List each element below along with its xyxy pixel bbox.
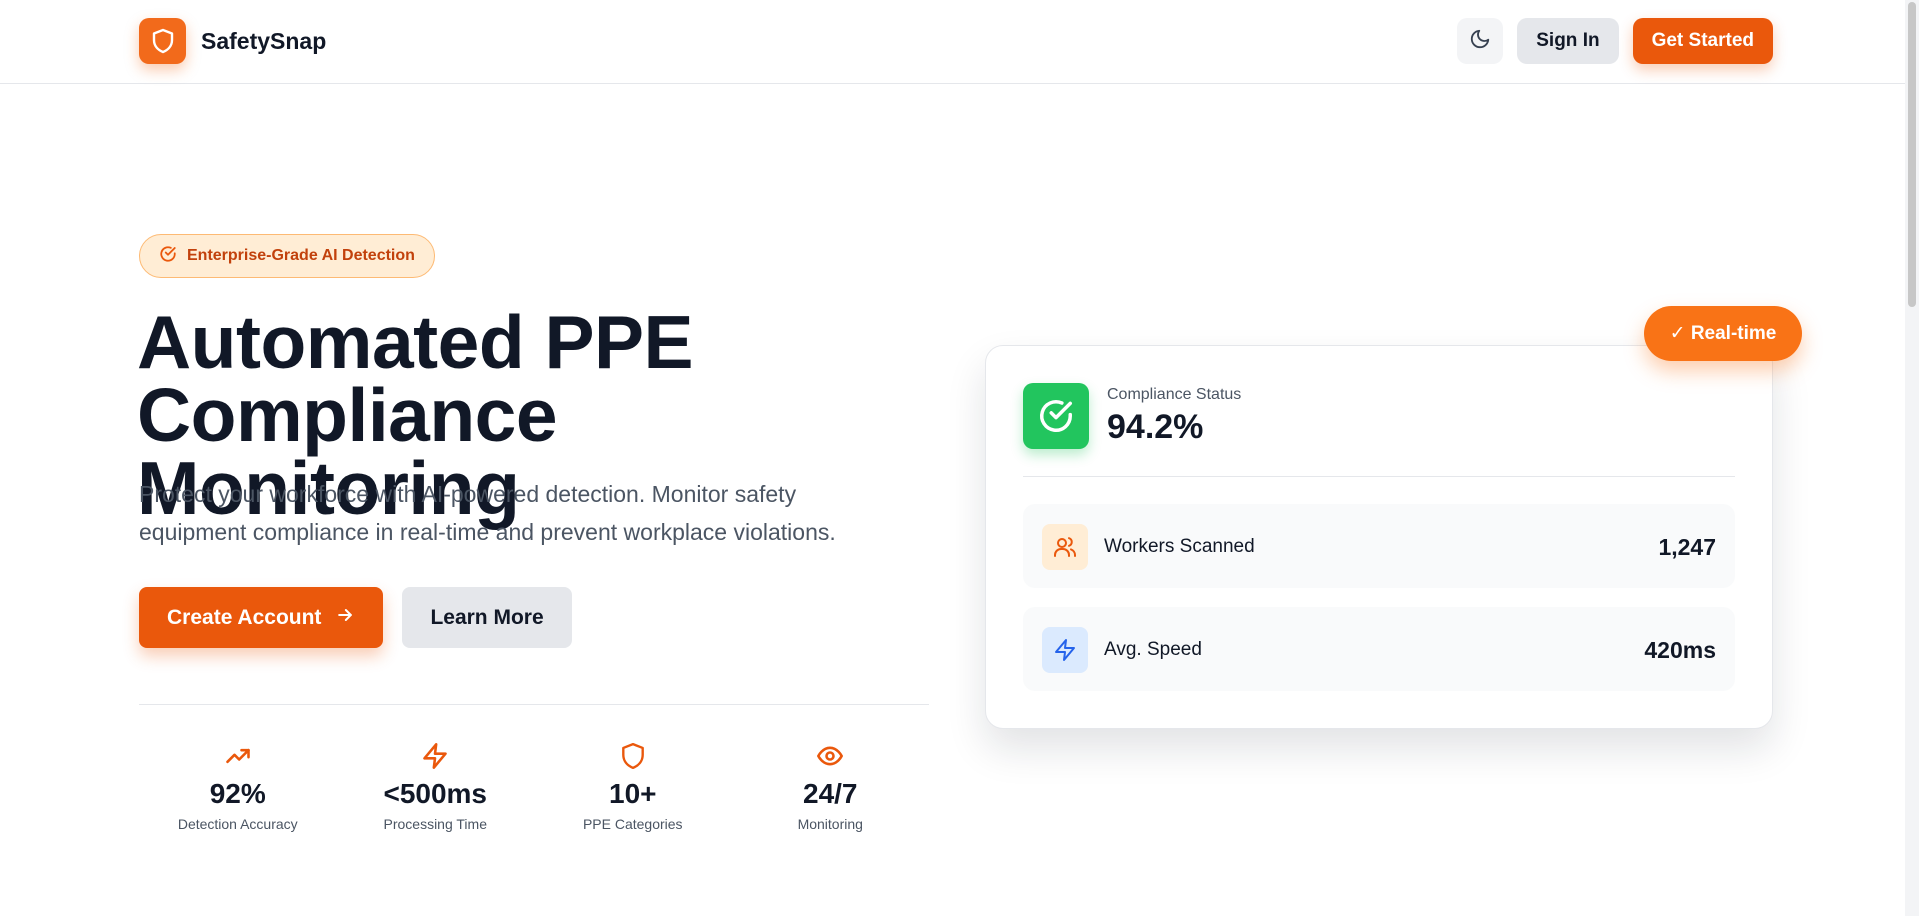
stat-value: 92% (209, 778, 266, 809)
sign-in-button[interactable]: Sign In (1517, 18, 1619, 64)
stat-label: Processing Time (383, 816, 487, 832)
compliance-card: Compliance Status 94.2% Workers Scanned … (985, 345, 1773, 729)
hero-actions: Create Account Learn More (139, 587, 572, 648)
compliance-status-label: Compliance Status (1107, 386, 1242, 403)
subtitle-line-2: equipment compliance in real-time and pr… (139, 519, 836, 545)
stat-label: Monitoring (797, 816, 863, 832)
arrow-right-icon (335, 605, 355, 631)
enterprise-badge: Enterprise-Grade AI Detection (139, 234, 435, 278)
zap-icon (1042, 627, 1088, 673)
page-scrollbar[interactable] (1905, 0, 1919, 916)
subtitle-line-1: Protect your workforce with AI-powered d… (139, 481, 797, 507)
metric-label: Workers Scanned (1104, 536, 1255, 557)
get-started-button[interactable]: Get Started (1632, 18, 1773, 64)
eye-icon (816, 740, 844, 772)
create-account-label: Create Account (167, 605, 322, 629)
check-circle-icon (1023, 383, 1089, 449)
metric-value: 420ms (1644, 637, 1716, 663)
stat-value: 10+ (609, 778, 657, 809)
stat-label: Detection Accuracy (177, 816, 298, 832)
shield-icon (139, 18, 186, 64)
hero-subtitle: Protect your workforce with AI-powered d… (139, 475, 899, 551)
stat-label: PPE Categories (582, 816, 683, 832)
metric-row-workers: Workers Scanned 1,247 (1023, 504, 1735, 588)
realtime-badge: ✓ Real-time (1644, 306, 1802, 361)
nav-actions: Sign In Get Started (1457, 18, 1773, 64)
stat-value: 24/7 (803, 778, 858, 809)
stats-divider (139, 704, 929, 705)
metric-row-speed: Avg. Speed 420ms (1023, 607, 1735, 691)
brand[interactable]: SafetySnap (139, 18, 326, 64)
moon-icon (1469, 28, 1491, 55)
check-circle-icon (159, 245, 177, 268)
stat-value: <500ms (383, 778, 488, 809)
brand-name: SafetySnap (201, 27, 327, 54)
zap-icon (421, 740, 449, 772)
shield-icon (620, 740, 646, 772)
compliance-status-value: 94.2% (1107, 408, 1204, 446)
metric-label: Avg. Speed (1104, 639, 1202, 660)
card-divider (1023, 476, 1735, 477)
stat-item: 24/7 Monitoring (732, 740, 930, 832)
badge-label: Enterprise-Grade AI Detection (187, 247, 415, 264)
trending-up-icon (224, 740, 252, 772)
users-icon (1042, 524, 1088, 570)
stat-item: 10+ PPE Categories (534, 740, 732, 832)
scrollbar-thumb[interactable] (1908, 2, 1916, 307)
learn-more-button[interactable]: Learn More (402, 587, 572, 648)
stat-item: 92% Detection Accuracy (139, 740, 337, 832)
create-account-button[interactable]: Create Account (139, 587, 384, 648)
top-navbar: SafetySnap Sign In Get Started (0, 0, 1919, 84)
title-line-1: Automated PPE (137, 300, 694, 384)
stat-item: <500ms Processing Time (337, 740, 535, 832)
metric-value: 1,247 (1658, 534, 1716, 560)
stats-row: 92% Detection Accuracy <500ms Processing… (139, 740, 929, 832)
theme-toggle-button[interactable] (1457, 18, 1504, 64)
